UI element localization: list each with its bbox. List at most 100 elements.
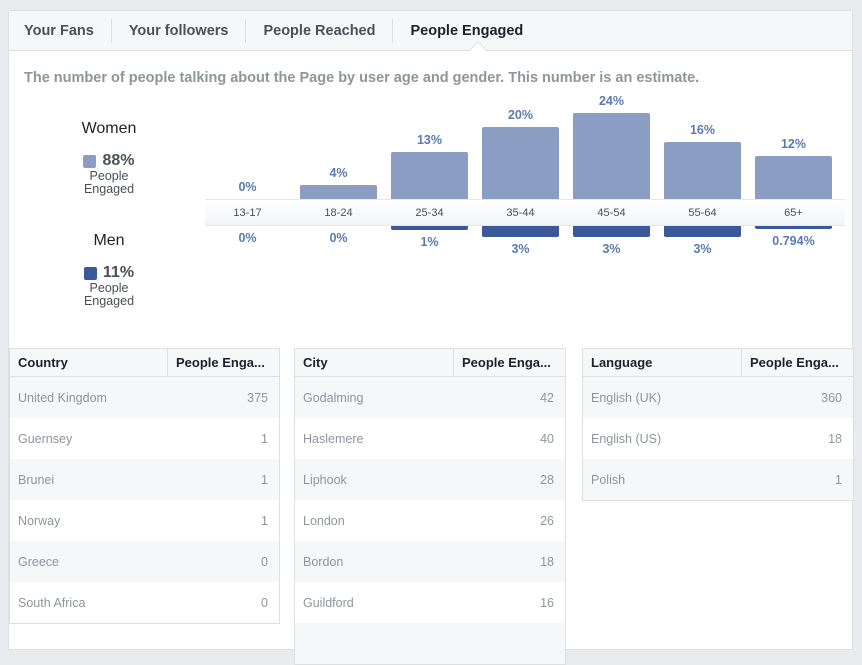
language-name: English (UK) xyxy=(591,390,662,405)
city-name: Liphook xyxy=(303,472,347,487)
table-row: Guildford 16 xyxy=(295,582,565,623)
table-row: Godalming 42 xyxy=(295,377,565,418)
country-column-header[interactable]: Country xyxy=(10,349,167,376)
country-table-header: Country People Enga... xyxy=(10,348,279,377)
city-table: City People Enga... Godalming 42 Haslemere 40… xyxy=(294,348,566,665)
people-engaged-value: 1 xyxy=(835,472,842,487)
country-name: South Africa xyxy=(18,595,86,610)
women-percent: 88% xyxy=(102,152,135,169)
bar-women-18-24[interactable] xyxy=(300,184,377,199)
active-tab-caret xyxy=(468,41,488,61)
city-name: Godalming xyxy=(303,390,364,405)
label-women-35-44: 20% xyxy=(507,108,534,123)
city-name: Haslemere xyxy=(303,431,364,446)
age-tick-55-64: 55-64 xyxy=(688,207,717,219)
country-name: United Kingdom xyxy=(18,390,107,405)
tab-your-fans[interactable]: Your Fans xyxy=(9,19,111,43)
insights-panel: Your Fans Your followers People Reached … xyxy=(8,10,855,665)
people-engaged-value: 16 xyxy=(540,595,554,610)
people-engaged-value: 42 xyxy=(540,390,554,405)
bar-women-65+[interactable] xyxy=(755,156,832,199)
people-engaged-column-header[interactable]: People Enga... xyxy=(741,349,853,376)
bar-women-55-64[interactable] xyxy=(664,141,741,199)
people-engaged-value: 26 xyxy=(540,513,554,528)
age-tick-25-34: 25-34 xyxy=(415,207,444,219)
bar-men-65+[interactable] xyxy=(755,226,832,229)
label-women-45-54: 24% xyxy=(598,94,625,108)
men-sub-label-2: Engaged xyxy=(83,294,135,308)
people-engaged-value: 0 xyxy=(261,595,268,610)
legend-women: Women 88% People Engaged xyxy=(49,120,169,196)
language-name: English (US) xyxy=(591,431,662,446)
table-row: London 26 xyxy=(295,500,565,541)
label-men-13-17: 0% xyxy=(238,231,257,245)
women-sub-label-2: Engaged xyxy=(83,182,135,196)
bar-men-45-54[interactable] xyxy=(573,226,650,237)
table-row: English (US) 18 xyxy=(583,418,853,459)
label-men-25-34: 1% xyxy=(420,234,439,249)
language-table-header: Language People Enga... xyxy=(583,348,853,377)
bar-women-35-44[interactable] xyxy=(482,127,559,199)
legend-women-title: Women xyxy=(81,120,137,137)
tab-your-followers[interactable]: Your followers xyxy=(110,18,246,43)
tab-people-engaged[interactable]: People Engaged xyxy=(392,18,540,43)
tab-people-reached[interactable]: People Reached xyxy=(245,18,392,43)
people-engaged-value: 1 xyxy=(261,431,268,446)
country-table: Country People Enga... United Kingdom 375 Gu… xyxy=(9,348,280,624)
table-row: Haslemere 40 xyxy=(295,418,565,459)
men-color-swatch xyxy=(83,266,97,280)
language-name: Polish xyxy=(591,472,626,487)
label-women-55-64: 16% xyxy=(689,122,716,137)
city-column-header[interactable]: City xyxy=(295,349,453,376)
people-engaged-value: 18 xyxy=(828,431,842,446)
country-name: Norway xyxy=(18,513,61,528)
bar-women-25-34[interactable] xyxy=(391,152,468,199)
tab-bar: Your Fans Your followers People Reached … xyxy=(9,11,852,61)
table-row: South Africa 0 xyxy=(10,582,279,623)
label-men-18-24: 0% xyxy=(329,231,348,245)
table-row: Bordon 18 xyxy=(295,541,565,582)
people-engaged-value: 375 xyxy=(247,390,268,405)
men-percent: 11% xyxy=(102,264,135,281)
label-women-25-34: 13% xyxy=(416,133,443,148)
legend-men: Men 11% People Engaged xyxy=(49,232,169,308)
table-row: Brunei 1 xyxy=(10,459,279,500)
people-engaged-value: 1 xyxy=(261,513,268,528)
label-men-65+: 0.794% xyxy=(772,233,815,248)
bar-women-45-54[interactable] xyxy=(573,113,650,199)
city-name: Guildford xyxy=(303,595,354,610)
language-column-header[interactable]: Language xyxy=(583,349,741,376)
table-row: Guernsey 1 xyxy=(10,418,279,459)
people-engaged-value: 18 xyxy=(540,554,554,569)
age-tick-13-17: 13-17 xyxy=(233,207,262,219)
age-tick-45-54: 45-54 xyxy=(597,207,626,219)
city-name: Bordon xyxy=(303,554,344,569)
age-gender-chart: 0% 0% 13-17 4% 0% 18-24 13% 1% 25-34 20% 3% 35-44 24… xyxy=(205,91,855,281)
table-row: Liphook 28 xyxy=(295,459,565,500)
age-tick-18-24: 18-24 xyxy=(324,207,353,219)
table-row xyxy=(295,623,565,664)
people-engaged-value: 360 xyxy=(821,390,842,405)
people-engaged-value: 0 xyxy=(261,554,268,569)
city-name: London xyxy=(303,513,345,528)
country-name: Greece xyxy=(18,554,59,569)
age-tick-65+: 65+ xyxy=(784,207,803,219)
language-table: Language People Enga... English (UK) 360 Eng… xyxy=(582,348,854,501)
bar-men-55-64[interactable] xyxy=(664,226,741,237)
label-men-55-64: 3% xyxy=(693,241,712,256)
table-row: Polish 1 xyxy=(583,459,853,500)
label-women-13-17: 0% xyxy=(238,180,257,194)
label-men-45-54: 3% xyxy=(602,241,621,256)
chart-description: The number of people talking about the P… xyxy=(24,70,700,86)
country-name: Brunei xyxy=(18,472,55,487)
table-row: Norway 1 xyxy=(10,500,279,541)
people-engaged-column-header[interactable]: People Enga... xyxy=(453,349,565,376)
women-color-swatch xyxy=(83,154,97,168)
people-engaged-column-header[interactable]: People Enga... xyxy=(167,349,279,376)
bar-men-35-44[interactable] xyxy=(482,226,559,237)
age-tick-35-44: 35-44 xyxy=(506,207,535,219)
table-row: Greece 0 xyxy=(10,541,279,582)
people-engaged-value: 1 xyxy=(261,472,268,487)
bar-men-25-34[interactable] xyxy=(391,226,468,230)
people-engaged-value: 40 xyxy=(540,431,554,446)
